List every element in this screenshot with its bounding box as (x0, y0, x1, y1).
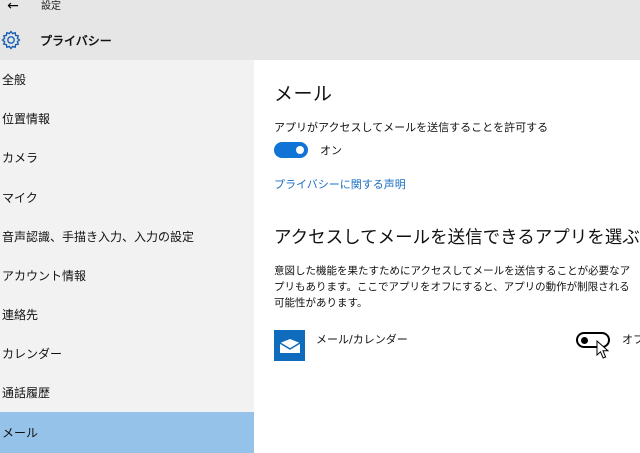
app-row-mail-calendar: メール/カレンダー オフ (274, 330, 640, 363)
sidebar-item-label: 音声認識、手描き入力、入力の設定 (2, 230, 195, 244)
choose-apps-heading: アクセスしてメールを送信できるアプリを選ぶ (274, 228, 640, 248)
gear-icon (0, 29, 22, 51)
window-title: 設定 (41, 1, 61, 12)
allow-email-toggle[interactable] (274, 142, 308, 158)
sidebar-item-contacts[interactable]: 連絡先 (0, 295, 254, 334)
sidebar-item-label: マイク (2, 191, 38, 205)
mouse-cursor-icon (596, 340, 610, 359)
title-bar: ← 設定 プライバシー (0, 0, 640, 60)
sidebar-item-label: アカウント情報 (2, 269, 87, 283)
sidebar-item-email[interactable]: メール (0, 412, 254, 453)
sidebar-item-label: 通話履歴 (2, 386, 51, 400)
sidebar-item-label: 連絡先 (2, 308, 39, 322)
apps-description: 意図した機能を果たすためにアクセスしてメールを送信することが必要なアプリもありま… (274, 265, 631, 309)
sidebar-item-call-history[interactable]: 通話履歴 (0, 373, 254, 412)
sidebar-item-label: 位置情報 (2, 112, 51, 126)
section-heading: メール (274, 83, 333, 105)
sidebar-item-label: カメラ (2, 151, 39, 165)
mail-icon (274, 330, 305, 361)
sidebar-item-label: カレンダー (2, 347, 63, 361)
allow-email-toggle-row: オン (274, 140, 342, 160)
page-title: プライバシー (40, 33, 112, 48)
toggle-knob (296, 146, 304, 154)
allow-email-toggle-state: オン (320, 144, 342, 157)
sidebar: 全般 位置情報 カメラ マイク 音声認識、手描き入力、入力の設定 アカウント情報… (0, 60, 254, 453)
sidebar-item-label: 全般 (2, 73, 27, 87)
sidebar-item-calendar[interactable]: カレンダー (0, 334, 254, 373)
back-button[interactable]: ← (2, 0, 24, 14)
sidebar-item-microphone[interactable]: マイク (0, 178, 254, 217)
sidebar-item-label: メール (2, 426, 39, 440)
mail-calendar-toggle-state: オフ (622, 333, 640, 346)
sidebar-item-camera[interactable]: カメラ (0, 138, 254, 177)
sidebar-item-speech[interactable]: 音声認識、手描き入力、入力の設定 (0, 217, 254, 256)
sidebar-item-general[interactable]: 全般 (0, 60, 254, 99)
toggle-knob (581, 337, 588, 344)
privacy-statement-link[interactable]: プライバシーに関する声明 (274, 176, 406, 192)
sidebar-item-account-info[interactable]: アカウント情報 (0, 256, 254, 295)
page-header: プライバシー (0, 26, 300, 54)
main-content: メール アプリがアクセスしてメールを送信することを許可する オン プライバシーに… (254, 60, 640, 453)
sidebar-item-location[interactable]: 位置情報 (0, 99, 254, 138)
back-arrow-icon: ← (7, 0, 19, 14)
app-name: メール/カレンダー (316, 333, 408, 346)
allow-email-label: アプリがアクセスしてメールを送信することを許可する (274, 121, 549, 134)
